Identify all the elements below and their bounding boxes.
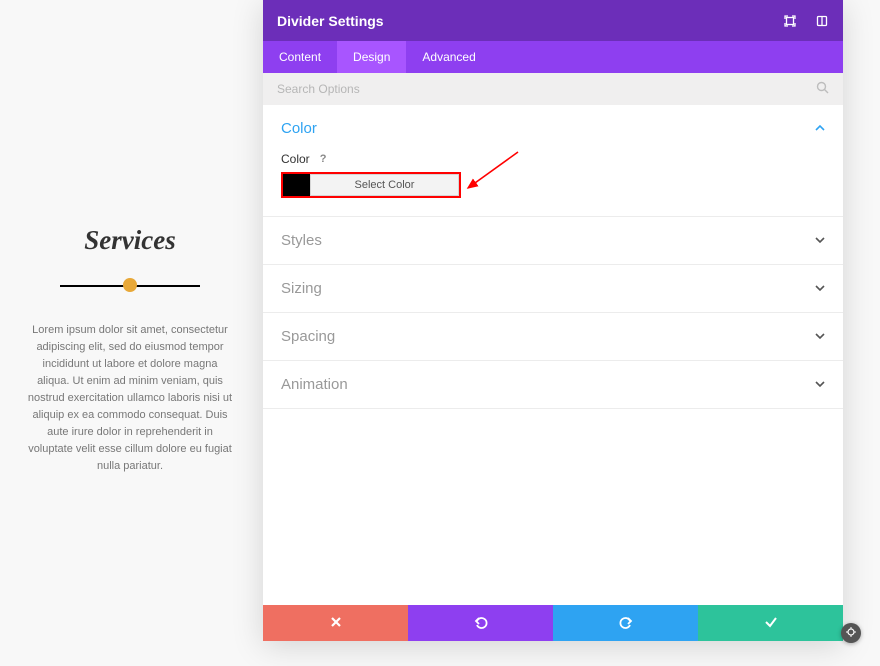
divider-dot: [123, 278, 137, 292]
section-animation-title: Animation: [281, 376, 348, 393]
section-spacing: Spacing: [263, 313, 843, 361]
section-sizing-title: Sizing: [281, 280, 322, 297]
chevron-up-icon: [815, 122, 825, 136]
search-row[interactable]: Search Options: [263, 73, 843, 105]
redo-icon: [619, 615, 633, 632]
section-spacing-title: Spacing: [281, 328, 335, 345]
section-sizing-head[interactable]: Sizing: [263, 265, 843, 312]
section-styles-head[interactable]: Styles: [263, 217, 843, 264]
section-sizing: Sizing: [263, 265, 843, 313]
section-animation-head[interactable]: Animation: [263, 361, 843, 408]
color-field-label: Color: [281, 152, 310, 166]
panel-title: Divider Settings: [277, 13, 384, 29]
settings-panel: Divider Settings Content Design Advanced…: [263, 0, 843, 641]
color-field-label-row: Color ?: [281, 152, 825, 166]
preview-heading: Services: [20, 225, 240, 256]
floating-action-button[interactable]: [841, 623, 861, 643]
tab-design[interactable]: Design: [337, 41, 406, 73]
chevron-down-icon: [815, 234, 825, 248]
preview-divider: [60, 278, 200, 292]
cancel-button[interactable]: [263, 605, 408, 641]
expand-icon[interactable]: [783, 14, 797, 28]
page-preview: Services Lorem ipsum dolor sit amet, con…: [0, 0, 260, 666]
chevron-down-icon: [815, 282, 825, 296]
panel-body: Color Color ? Select Color Styles: [263, 105, 843, 605]
redo-button[interactable]: [553, 605, 698, 641]
tab-content[interactable]: Content: [263, 41, 337, 73]
section-color-head[interactable]: Color: [263, 105, 843, 152]
section-color-title: Color: [281, 120, 317, 137]
search-icon: [816, 81, 829, 97]
save-button[interactable]: [698, 605, 843, 641]
chevron-down-icon: [815, 378, 825, 392]
section-spacing-head[interactable]: Spacing: [263, 313, 843, 360]
check-icon: [764, 615, 778, 632]
section-styles: Styles: [263, 217, 843, 265]
select-color-button[interactable]: Select Color: [310, 174, 459, 196]
help-icon[interactable]: ?: [320, 153, 327, 165]
chevron-down-icon: [815, 330, 825, 344]
section-color: Color Color ? Select Color: [263, 105, 843, 217]
panel-header: Divider Settings: [263, 0, 843, 41]
close-icon: [330, 615, 342, 631]
header-icons: [783, 14, 829, 28]
search-placeholder-text: Search Options: [277, 82, 360, 96]
undo-button[interactable]: [408, 605, 553, 641]
section-styles-title: Styles: [281, 232, 322, 249]
undo-icon: [474, 615, 488, 632]
preview-body-text: Lorem ipsum dolor sit amet, consectetur …: [20, 322, 240, 475]
panel-footer: [263, 605, 843, 641]
snap-icon[interactable]: [815, 14, 829, 28]
fab-icon: [846, 627, 856, 640]
panel-tabs: Content Design Advanced: [263, 41, 843, 73]
section-color-content: Color ? Select Color: [263, 152, 843, 216]
color-picker: Select Color: [281, 172, 461, 198]
section-animation: Animation: [263, 361, 843, 409]
color-swatch[interactable]: [283, 174, 310, 196]
tab-advanced[interactable]: Advanced: [406, 41, 491, 73]
